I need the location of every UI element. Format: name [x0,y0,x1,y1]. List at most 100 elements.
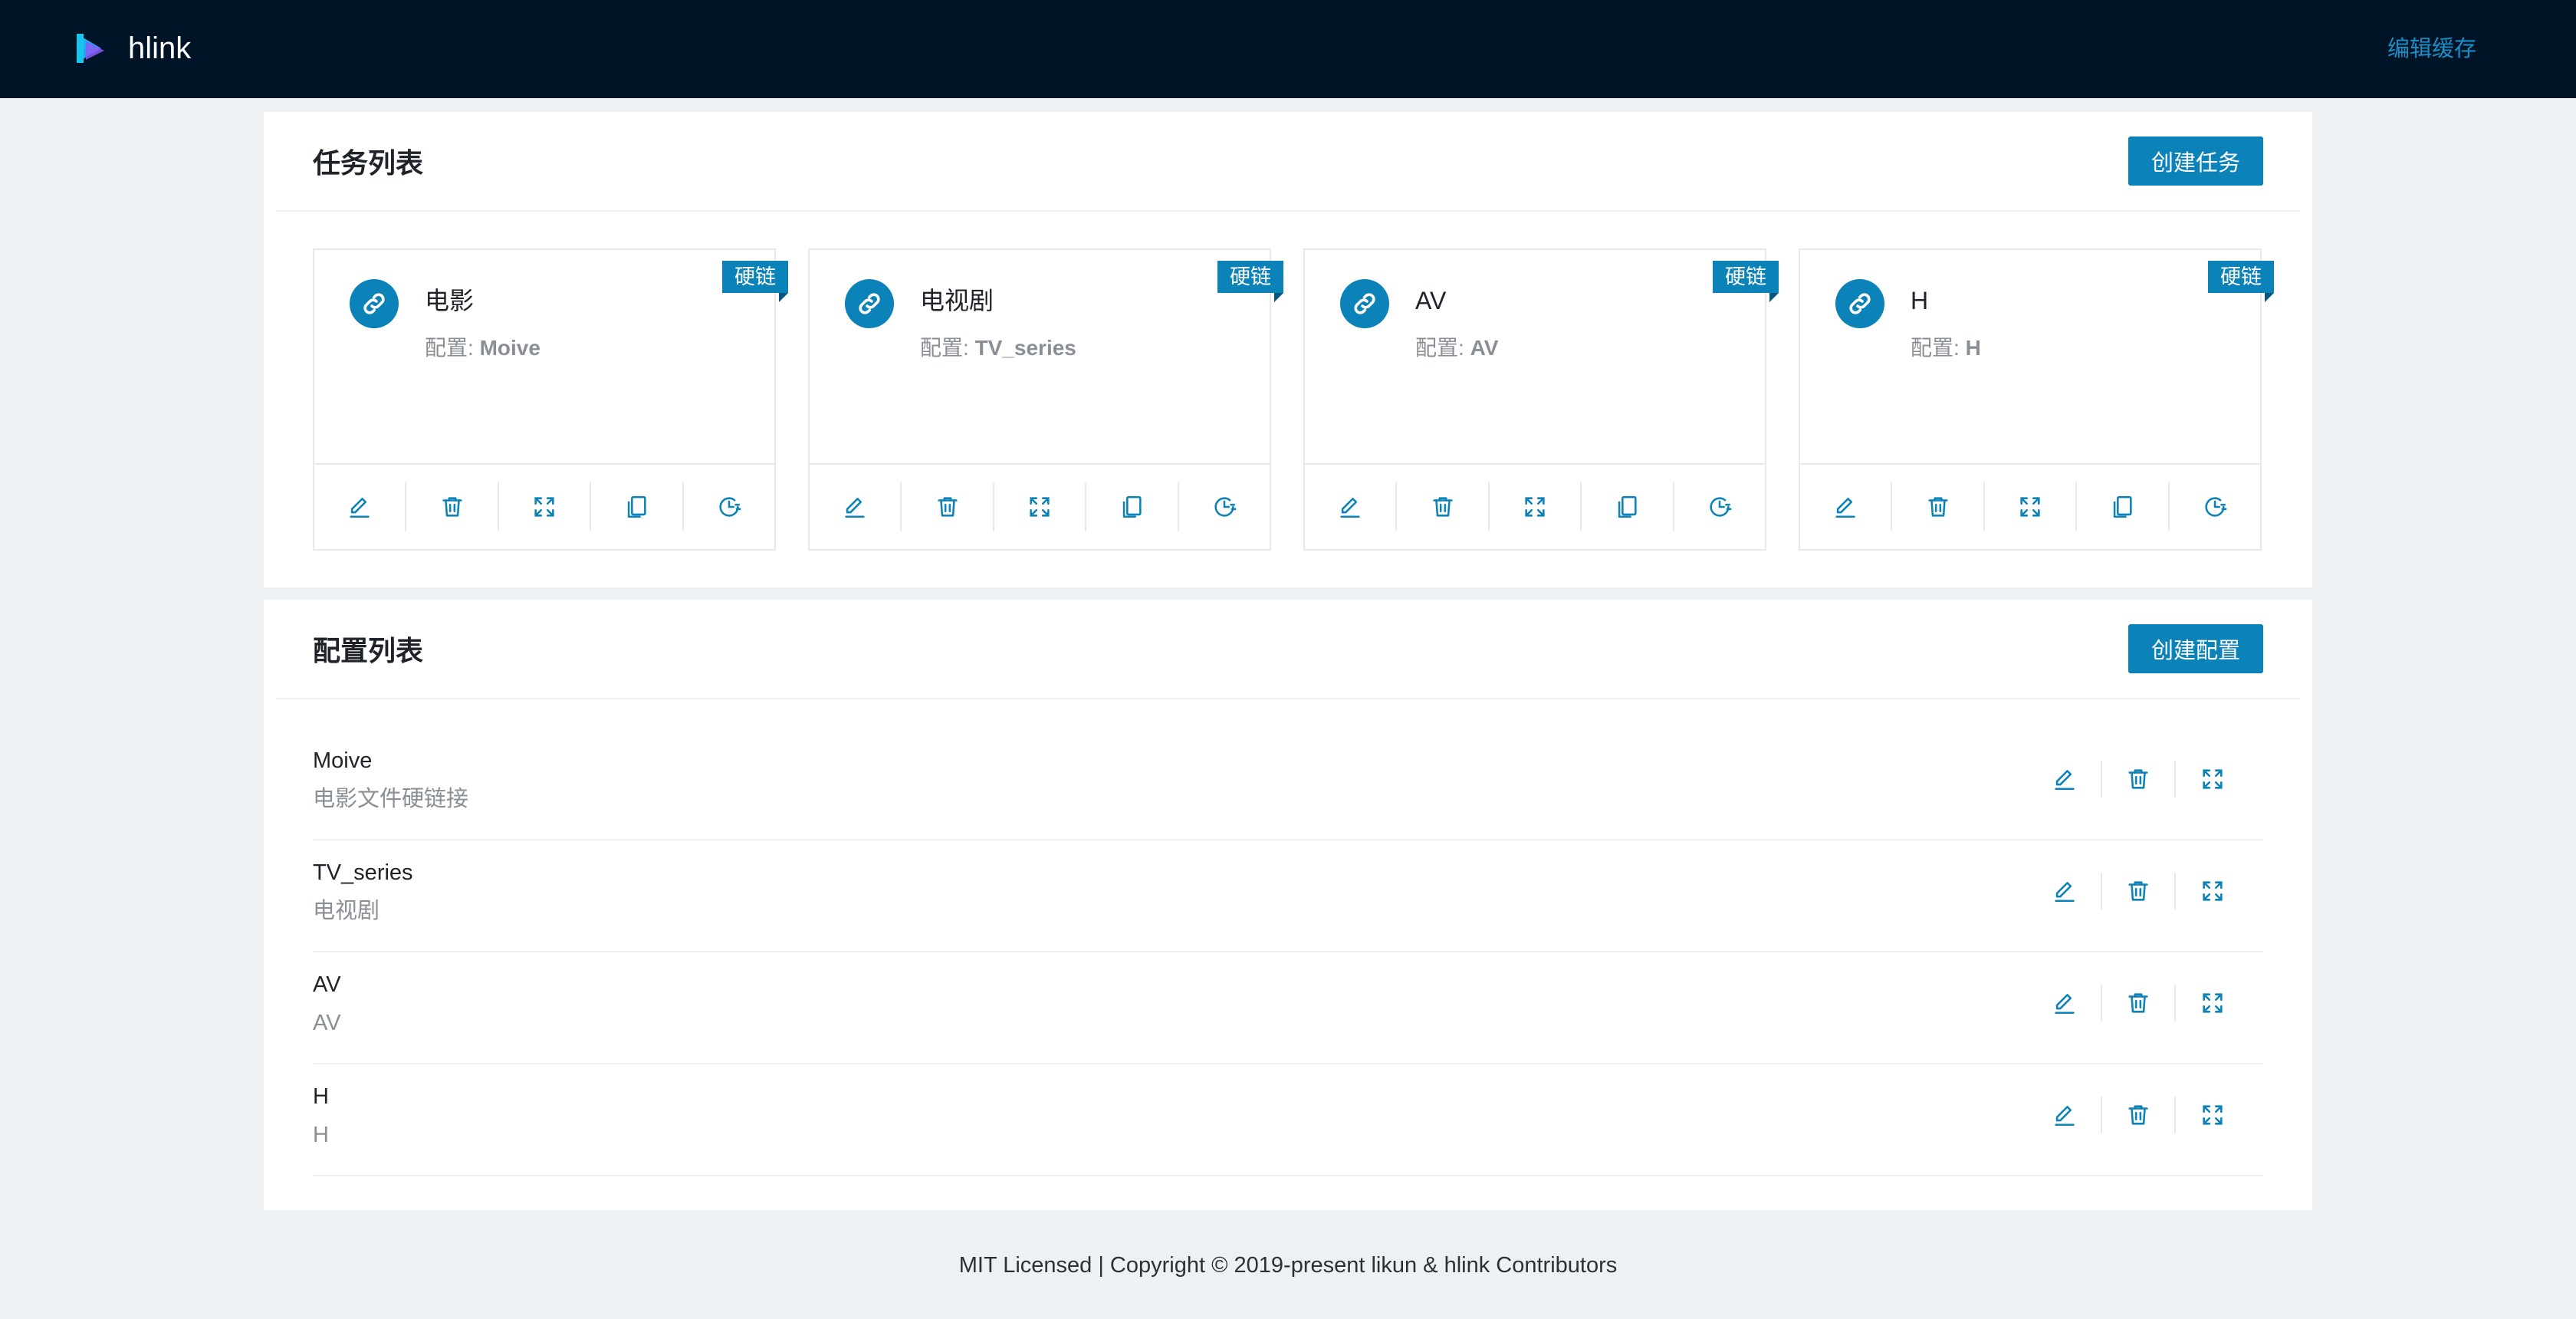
run-task-button[interactable] [1490,482,1582,531]
config-row-actions [2029,1097,2249,1133]
config-panel-header: 配置列表 创建配置 [276,600,2300,699]
expand-config-button[interactable] [2176,761,2249,798]
copy-task-button[interactable] [2077,482,2170,531]
edit-task-button[interactable] [1800,482,1893,531]
trash-icon [1928,497,1948,517]
edit-config-button[interactable] [2029,1097,2102,1133]
config-label: 配置: [1911,336,1960,360]
hardlink-badge: 硬链 [2208,261,2274,302]
expand-icon [2203,769,2223,789]
task-card[interactable]: AV 配置: AV 硬链 [1303,248,1779,551]
expand-icon [2203,993,2223,1013]
edit-config-button[interactable] [2029,761,2102,798]
task-config: 配置: TV_series [920,334,1076,362]
edit-icon [2055,882,2075,903]
link-icon [1340,279,1389,328]
task-name: H [1911,287,1929,314]
copy-task-button[interactable] [591,482,684,531]
task-config: 配置: AV [1415,334,1498,362]
edit-task-button[interactable] [810,482,902,531]
edit-icon [350,498,370,518]
config-label: 配置: [1415,336,1464,360]
config-name: TV_series [313,860,413,885]
hardlink-badge: 硬链 [1217,261,1283,302]
schedule-task-button[interactable] [2170,482,2260,531]
run-task-button[interactable] [1985,482,2078,531]
config-row: TV_series 电视剧 [313,840,2263,952]
footer-copyright: MIT Licensed | Copyright © 2019-present … [958,1253,1618,1278]
config-row: H H [313,1064,2263,1176]
task-card-actions [314,463,774,549]
copy-task-button[interactable] [1582,482,1674,531]
config-name: H [313,1084,329,1109]
config-row-actions [2029,985,2249,1021]
task-card[interactable]: 电影 配置: Moive 硬链 [313,248,788,551]
task-card-actions [1305,463,1765,549]
delete-config-button[interactable] [2102,985,2176,1021]
config-panel: 配置列表 创建配置 Moive 电影文件硬链接 TV_series 电视剧 AV… [264,600,2312,1210]
edit-config-button[interactable] [2029,985,2102,1021]
edit-icon [1835,498,1855,518]
config-row-actions [2029,873,2249,909]
edit-cache-link[interactable]: 编辑缓存 [2387,31,2476,67]
delete-task-button[interactable] [406,482,499,531]
task-card-actions [1800,463,2260,549]
task-panel: 任务列表 创建任务 电影 配置: Moive 硬链 电视剧 配置: TV_ser… [264,112,2312,587]
run-task-button[interactable] [994,482,1087,531]
expand-config-button[interactable] [2176,873,2249,909]
config-description: 电影文件硬链接 [313,787,469,811]
edit-icon [2055,770,2075,791]
config-row: Moive 电影文件硬链接 [313,729,2263,840]
trash-icon [2128,881,2148,901]
config-row-actions [2029,761,2249,798]
config-name: AV [313,972,341,997]
link-icon [350,279,399,328]
trash-icon [938,497,958,517]
trash-icon [2128,993,2148,1013]
expand-icon [1030,497,1050,517]
delete-task-button[interactable] [1397,482,1490,531]
delete-config-button[interactable] [2102,1097,2176,1133]
task-name: AV [1415,287,1447,314]
create-task-button[interactable]: 创建任务 [2128,137,2263,186]
trash-icon [442,497,462,517]
delete-config-button[interactable] [2102,761,2176,798]
copy-icon [2114,495,2133,518]
task-config: 配置: Moive [425,334,540,362]
expand-config-button[interactable] [2176,985,2249,1021]
config-description: 电视剧 [313,899,380,923]
edit-icon [2055,994,2075,1015]
schedule-task-button[interactable] [684,482,774,531]
trash-icon [1433,497,1453,517]
copy-task-button[interactable] [1086,482,1179,531]
edit-config-button[interactable] [2029,873,2102,909]
config-name: Moive [313,748,373,773]
task-card[interactable]: H 配置: H 硬链 [1799,248,2274,551]
schedule-task-button[interactable] [1179,482,1270,531]
expand-icon [2203,881,2223,901]
brand-name[interactable]: hlink [128,29,191,67]
expand-icon [2203,1105,2223,1125]
run-task-button[interactable] [499,482,592,531]
delete-task-button[interactable] [1892,482,1985,531]
task-panel-header: 任务列表 创建任务 [276,112,2300,212]
copy-icon [1123,495,1142,518]
copy-icon [628,495,647,518]
edit-task-button[interactable] [1305,482,1398,531]
config-value: Moive [479,336,540,360]
create-config-button[interactable]: 创建配置 [2128,624,2263,673]
edit-icon [2055,1106,2075,1127]
expand-icon [534,497,554,517]
edit-task-button[interactable] [314,482,407,531]
trash-icon [2128,1105,2148,1125]
config-label: 配置: [425,336,474,360]
task-name: 电影 [425,287,475,314]
task-card[interactable]: 电视剧 配置: TV_series 硬链 [808,248,1283,551]
schedule-task-button[interactable] [1674,482,1765,531]
config-row: AV AV [313,952,2263,1064]
expand-config-button[interactable] [2176,1097,2249,1133]
delete-config-button[interactable] [2102,873,2176,909]
hardlink-badge: 硬链 [1713,261,1779,302]
hlink-logo-icon [77,34,104,63]
delete-task-button[interactable] [902,482,994,531]
